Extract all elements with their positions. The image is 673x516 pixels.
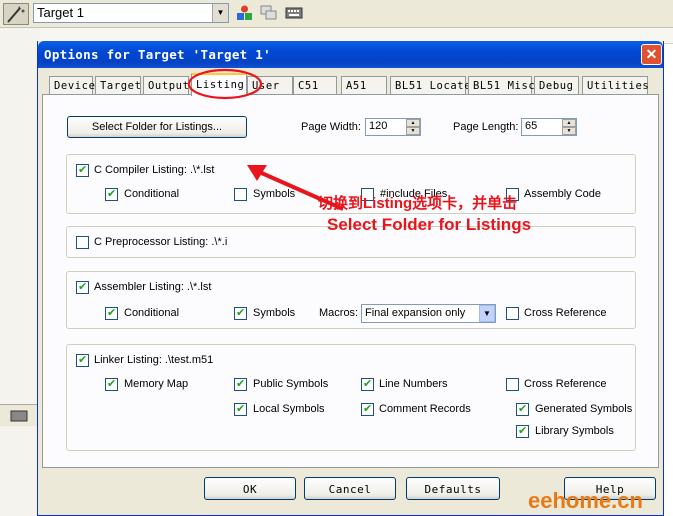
page-length-value: 65 bbox=[525, 120, 538, 132]
line-numbers-label: Line Numbers bbox=[379, 378, 448, 390]
chevron-down-icon[interactable]: ▼ bbox=[212, 4, 228, 22]
options-dialog: Options for Target 'Target 1' ✕ Device T… bbox=[37, 41, 664, 516]
asm-conditional-label: Conditional bbox=[124, 307, 180, 319]
line-numbers-checkbox[interactable] bbox=[361, 377, 374, 391]
memory-map-checkbox[interactable] bbox=[105, 377, 118, 391]
tab-target[interactable]: Target bbox=[95, 76, 141, 95]
tab-utilities[interactable]: Utilities bbox=[582, 76, 649, 95]
tab-bl51-misc[interactable]: BL51 Misc bbox=[468, 76, 535, 95]
local-symbols-label: Local Symbols bbox=[253, 403, 325, 415]
comment-records-checkbox[interactable] bbox=[361, 402, 374, 416]
shapes-icon[interactable] bbox=[236, 4, 254, 22]
c-preprocessor-label: C Preprocessor Listing: .\*.i bbox=[94, 236, 228, 248]
assembler-checkbox[interactable] bbox=[76, 280, 89, 294]
asm-symbols-label: Symbols bbox=[253, 307, 296, 319]
macros-select[interactable]: Final expansion only ▼ bbox=[361, 304, 496, 323]
tab-debug[interactable]: Debug bbox=[534, 76, 579, 95]
spin-arrows-icon[interactable]: ▲ ▼ bbox=[562, 119, 576, 135]
keyboard-icon[interactable] bbox=[285, 4, 303, 22]
c-compiler-checkbox[interactable] bbox=[76, 163, 89, 177]
comment-records-label: Comment Records bbox=[379, 403, 471, 415]
macros-select-value: Final expansion only bbox=[365, 307, 466, 319]
page-length-label: Page Length: bbox=[453, 121, 519, 133]
library-symbols-label: Library Symbols bbox=[535, 425, 614, 437]
dialog-title: Options for Target 'Target 1' bbox=[44, 47, 271, 62]
ide-toolbar: Target 1 ▼ bbox=[0, 0, 673, 28]
ide-project-pane bbox=[0, 28, 40, 516]
tab-a51[interactable]: A51 bbox=[341, 76, 387, 95]
stack-windows-icon[interactable] bbox=[260, 4, 278, 22]
close-button[interactable]: ✕ bbox=[641, 44, 662, 65]
annotation-line-1: 切换到Listing选项卡，并单击 bbox=[318, 195, 518, 212]
page-length-stepper[interactable]: 65 ▲ ▼ bbox=[521, 118, 577, 136]
conditional-checkbox[interactable] bbox=[105, 187, 118, 201]
target-select-value: Target 1 bbox=[37, 5, 84, 20]
linker-group: Linker Listing: .\test.m51 Memory Map Pu… bbox=[66, 344, 636, 451]
spin-arrows-icon[interactable]: ▲ ▼ bbox=[406, 119, 420, 135]
linker-label: Linker Listing: .\test.m51 bbox=[94, 354, 214, 366]
public-symbols-label: Public Symbols bbox=[253, 378, 329, 390]
asm-conditional-checkbox[interactable] bbox=[105, 306, 118, 320]
asm-symbols-checkbox[interactable] bbox=[234, 306, 247, 320]
generated-symbols-label: Generated Symbols bbox=[535, 403, 633, 415]
asm-cross-reference-label: Cross Reference bbox=[524, 307, 607, 319]
cancel-button[interactable]: Cancel bbox=[304, 477, 396, 500]
highlight-ellipse bbox=[187, 68, 263, 100]
tab-c51[interactable]: C51 bbox=[293, 76, 337, 95]
select-folder-button[interactable]: Select Folder for Listings... bbox=[67, 116, 247, 138]
assembler-label: Assembler Listing: .\*.lst bbox=[94, 281, 212, 293]
ide-output-toolbar bbox=[0, 404, 40, 426]
dialog-titlebar[interactable]: Options for Target 'Target 1' ✕ bbox=[38, 41, 663, 68]
conditional-label: Conditional bbox=[124, 188, 180, 200]
linker-checkbox[interactable] bbox=[76, 353, 89, 367]
tab-device[interactable]: Device bbox=[49, 76, 95, 95]
linker-cross-reference-checkbox[interactable] bbox=[506, 378, 519, 391]
generated-symbols-checkbox[interactable] bbox=[516, 402, 529, 416]
c-preprocessor-checkbox[interactable] bbox=[76, 236, 89, 249]
annotation-line-2: Select Folder for Listings bbox=[327, 215, 532, 234]
defaults-button[interactable]: Defaults bbox=[406, 477, 500, 500]
target-select[interactable]: Target 1 ▼ bbox=[33, 3, 229, 23]
ok-button[interactable]: OK bbox=[204, 477, 296, 500]
listing-panel: Select Folder for Listings... Page Width… bbox=[42, 94, 659, 468]
wand-icon[interactable] bbox=[3, 3, 29, 25]
assembly-code-label: Assembly Code bbox=[524, 188, 602, 200]
memory-map-label: Memory Map bbox=[124, 378, 189, 390]
page-width-value: 120 bbox=[369, 120, 388, 132]
c-compiler-label: C Compiler Listing: .\*.lst bbox=[94, 164, 215, 176]
page-width-label: Page Width: bbox=[301, 121, 361, 133]
tab-output[interactable]: Output bbox=[143, 76, 189, 95]
tab-bl51-locate[interactable]: BL51 Locate bbox=[390, 76, 471, 95]
local-symbols-checkbox[interactable] bbox=[234, 402, 247, 416]
keyboard-icon[interactable] bbox=[10, 408, 30, 424]
page-width-stepper[interactable]: 120 ▲ ▼ bbox=[365, 118, 421, 136]
linker-cross-reference-label: Cross Reference bbox=[524, 378, 607, 390]
watermark: eehome.cn bbox=[528, 488, 643, 513]
asm-cross-reference-checkbox[interactable] bbox=[506, 307, 519, 320]
chevron-down-icon[interactable]: ▼ bbox=[479, 305, 495, 322]
close-icon: ✕ bbox=[645, 46, 658, 62]
public-symbols-checkbox[interactable] bbox=[234, 377, 247, 391]
library-symbols-checkbox[interactable] bbox=[516, 424, 529, 438]
assembler-group: Assembler Listing: .\*.lst Conditional S… bbox=[66, 271, 636, 329]
macros-label: Macros: bbox=[319, 307, 359, 319]
